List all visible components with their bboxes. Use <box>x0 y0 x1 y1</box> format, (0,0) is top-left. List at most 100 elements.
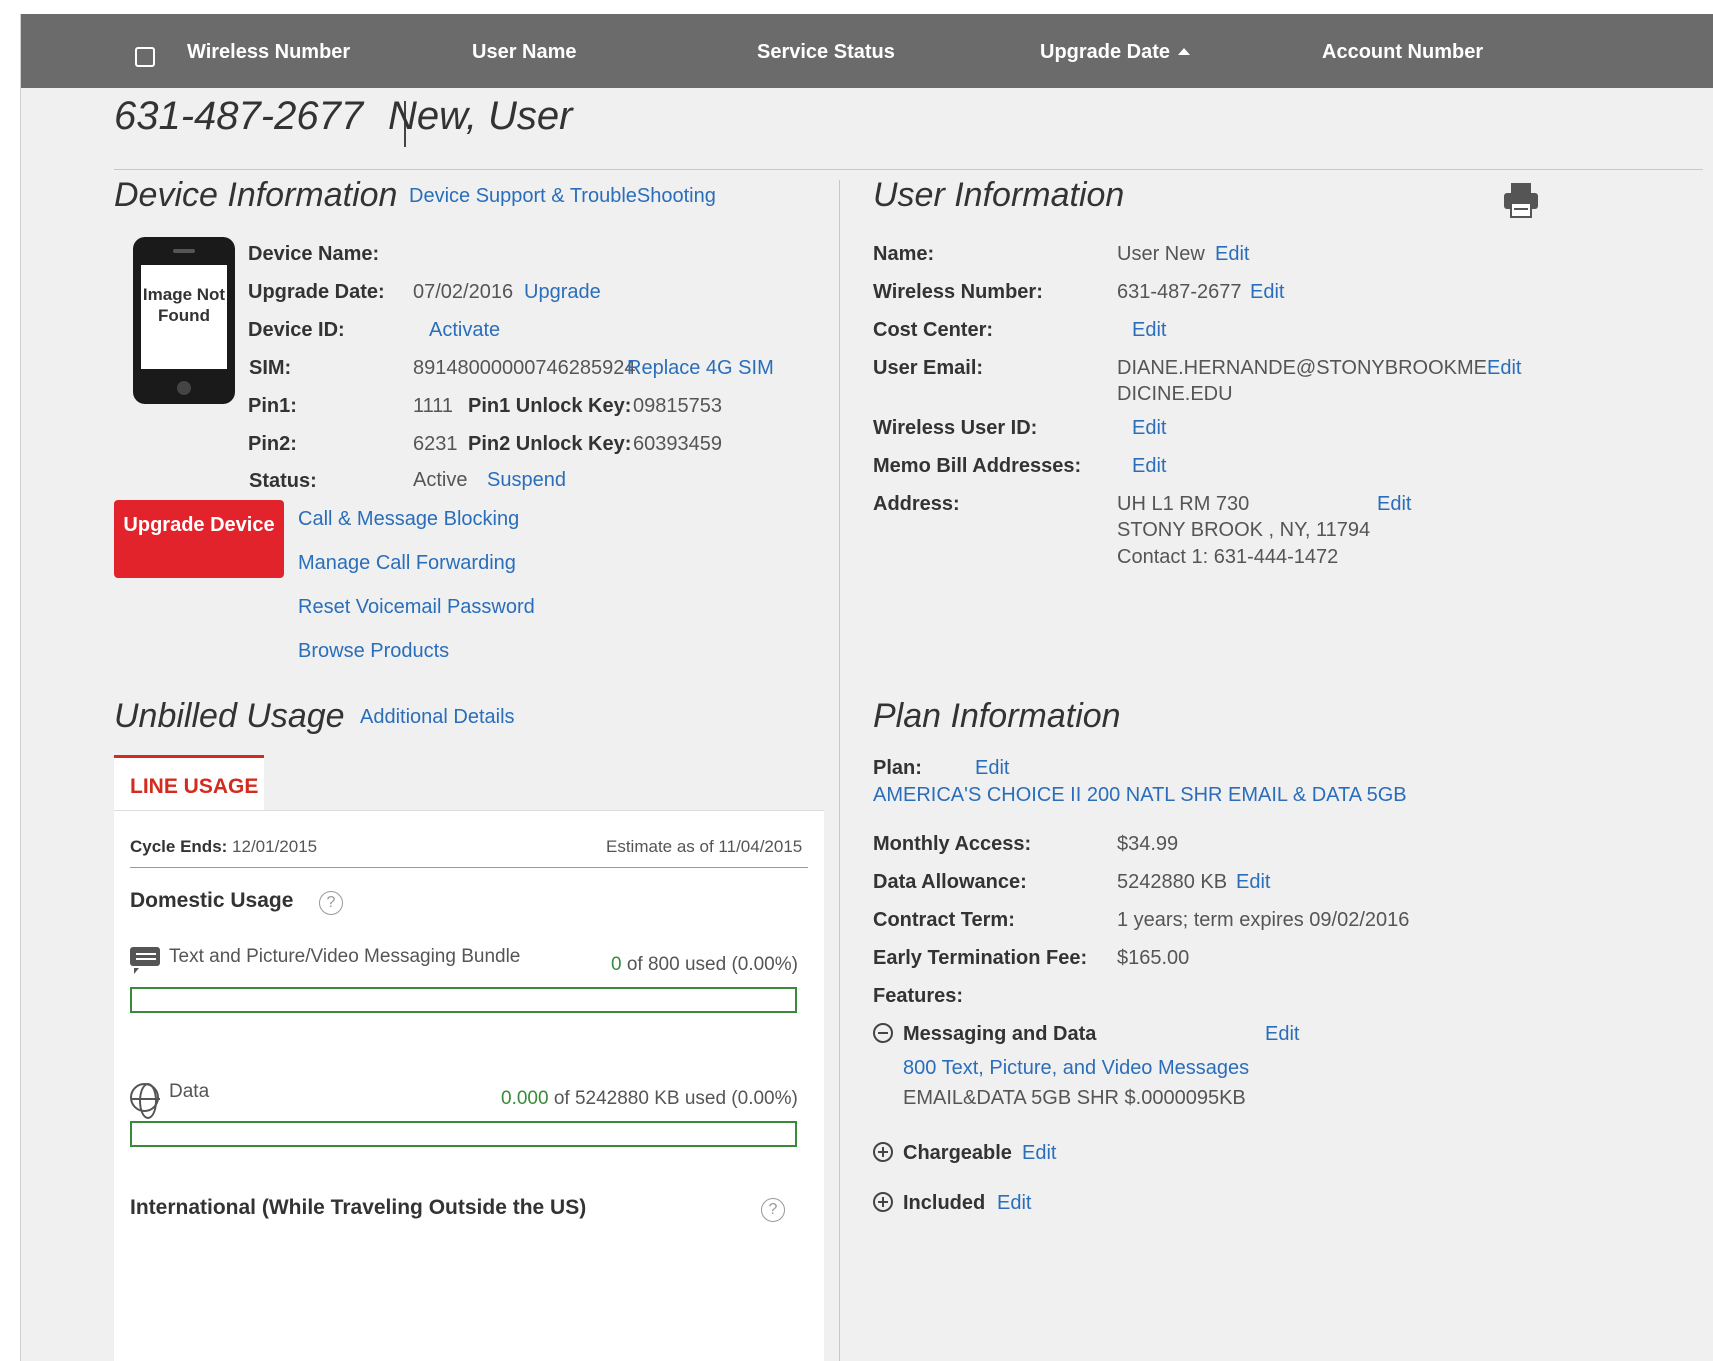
print-icon[interactable] <box>1501 180 1541 220</box>
usage-divider <box>130 867 808 868</box>
tab-line-usage[interactable]: LINE USAGE <box>114 755 264 813</box>
included-label: Included <box>903 1192 986 1214</box>
cost-center-label: Cost Center: <box>873 319 994 341</box>
tab-line-usage-label: LINE USAGE <box>130 775 259 798</box>
pin1-unlock-label: Pin1 Unlock Key: <box>468 395 632 417</box>
sim-value: 89148000000746285924 <box>413 357 636 379</box>
table-header-bar: Wireless Number User Name Service Status… <box>21 14 1713 88</box>
international-help-icon[interactable]: ? <box>761 1198 785 1222</box>
column-wireless-number[interactable]: Wireless Number <box>187 41 350 64</box>
pin1-value: 1111 <box>413 395 454 417</box>
wireless-number-value: 631-487-2677 <box>1117 281 1242 303</box>
data-allowance-label: Data Allowance: <box>873 871 1027 893</box>
phone-speaker <box>173 249 195 253</box>
cycle-ends: Cycle Ends: 12/01/2015 <box>130 837 317 857</box>
edit-wireless-number-link[interactable]: Edit <box>1250 281 1284 304</box>
upgrade-date-label: Upgrade Date: <box>248 281 385 303</box>
user-email-line1: DIANE.HERNANDE@STONYBROOKME <box>1117 357 1487 379</box>
unbilled-usage-heading: Unbilled Usage <box>114 697 345 735</box>
messaging-icon <box>130 947 160 974</box>
activate-link[interactable]: Activate <box>429 319 500 342</box>
page-title-name: New, User <box>388 94 573 138</box>
call-message-blocking-link[interactable]: Call & Message Blocking <box>298 508 519 531</box>
contract-term-value: 1 years; term expires 09/02/2016 <box>1117 909 1410 931</box>
upgrade-link[interactable]: Upgrade <box>524 281 601 304</box>
status-value: Active <box>413 469 468 491</box>
phone-home-button <box>177 381 191 395</box>
column-service-status[interactable]: Service Status <box>757 41 895 64</box>
address-line3: Contact 1: 631-444-1472 <box>1117 546 1339 568</box>
early-termination-fee-value: $165.00 <box>1117 947 1190 969</box>
monthly-access-value: $34.99 <box>1117 833 1179 855</box>
user-information-heading: User Information <box>873 176 1125 214</box>
status-label: Status: <box>249 470 317 492</box>
device-name-label: Device Name: <box>248 243 380 265</box>
messaging-feature-item: EMAIL&DATA 5GB SHR $.0000095KB <box>903 1087 1246 1109</box>
column-divider <box>839 180 840 1361</box>
edit-address-link[interactable]: Edit <box>1377 493 1411 516</box>
device-support-link[interactable]: Device Support & TroubleShooting <box>409 185 716 208</box>
features-label: Features: <box>873 985 964 1007</box>
pin1-unlock-value: 09815753 <box>633 395 722 417</box>
international-usage-heading: International (While Traveling Outside t… <box>130 1196 587 1219</box>
select-all-checkbox[interactable] <box>135 47 155 67</box>
device-image: Image Not Found <box>133 237 235 404</box>
column-upgrade-date[interactable]: Upgrade Date <box>1040 41 1191 64</box>
data-usage-rest: of 5242880 KB used (0.00%) <box>553 1088 798 1109</box>
user-email-line2: DICINE.EDU <box>1117 383 1233 405</box>
expand-icon <box>873 1142 893 1162</box>
edit-wireless-user-id-link[interactable]: Edit <box>1132 417 1166 440</box>
reset-voicemail-password-link[interactable]: Reset Voicemail Password <box>298 596 535 619</box>
upgrade-device-button[interactable]: Upgrade Device <box>114 500 284 578</box>
user-name-label: Name: <box>873 243 935 265</box>
edit-included-link[interactable]: Edit <box>997 1192 1031 1215</box>
edit-memo-bill-link[interactable]: Edit <box>1132 455 1166 478</box>
column-user-name[interactable]: User Name <box>472 41 577 64</box>
memo-bill-label: Memo Bill Addresses: <box>873 455 1082 477</box>
chargeable-label: Chargeable <box>903 1142 1012 1164</box>
data-used-value: 0.000 <box>501 1088 549 1109</box>
device-information-heading: Device Information <box>114 176 398 214</box>
edit-email-link[interactable]: Edit <box>1487 357 1521 380</box>
data-usage-text: 0.000 of 5242880 KB used (0.00%) <box>501 1088 798 1110</box>
messaging-progress-bar <box>130 987 797 1013</box>
domestic-usage-heading: Domestic Usage <box>130 889 294 912</box>
data-progress-bar <box>130 1121 797 1147</box>
plan-information-heading: Plan Information <box>873 697 1121 735</box>
replace-sim-link[interactable]: Replace 4G SIM <box>627 357 774 380</box>
data-usage-label: Data <box>169 1081 210 1102</box>
page-title-number: 631-487-2677 <box>114 94 364 138</box>
plan-name-link[interactable]: AMERICA'S CHOICE II 200 NATL SHR EMAIL &… <box>873 784 1407 807</box>
wireless-user-id-label: Wireless User ID: <box>873 417 1038 439</box>
edit-messaging-data-link[interactable]: Edit <box>1265 1023 1299 1046</box>
pin2-value: 6231 <box>413 433 458 455</box>
pin2-label: Pin2: <box>248 433 297 455</box>
edit-plan-link[interactable]: Edit <box>975 757 1009 780</box>
monthly-access-label: Monthly Access: <box>873 833 1032 855</box>
edit-data-allowance-link[interactable]: Edit <box>1236 871 1270 894</box>
sort-ascending-icon <box>1178 48 1191 55</box>
chargeable-group[interactable]: Chargeable <box>873 1142 1012 1165</box>
data-allowance-value: 5242880 KB <box>1117 871 1228 893</box>
pin1-label: Pin1: <box>248 395 297 417</box>
title-divider <box>114 169 1703 170</box>
suspend-link[interactable]: Suspend <box>487 469 566 492</box>
line-usage-panel: Cycle Ends: 12/01/2015 Estimate as of 11… <box>114 810 824 1361</box>
domestic-help-icon[interactable]: ? <box>319 891 343 915</box>
messaging-data-group[interactable]: Messaging and Data <box>873 1023 1096 1046</box>
edit-name-link[interactable]: Edit <box>1215 243 1249 266</box>
estimate-date: Estimate as of 11/04/2015 <box>606 837 803 856</box>
account-detail-frame: Wireless Number User Name Service Status… <box>20 14 1713 1361</box>
edit-cost-center-link[interactable]: Edit <box>1132 319 1166 342</box>
included-group[interactable]: Included <box>873 1192 985 1215</box>
messaging-feature-link[interactable]: 800 Text, Picture, and Video Messages <box>903 1057 1249 1080</box>
globe-icon <box>130 1083 160 1119</box>
manage-call-forwarding-link[interactable]: Manage Call Forwarding <box>298 552 516 575</box>
column-account-number[interactable]: Account Number <box>1322 41 1483 64</box>
messaging-usage-text: 0 of 800 used (0.00%) <box>611 954 798 976</box>
messaging-usage-rest: of 800 used (0.00%) <box>626 954 798 975</box>
additional-details-link[interactable]: Additional Details <box>360 706 515 729</box>
browse-products-link[interactable]: Browse Products <box>298 640 449 663</box>
edit-chargeable-link[interactable]: Edit <box>1022 1142 1056 1165</box>
image-not-found-text: Image Not Found <box>141 265 227 369</box>
